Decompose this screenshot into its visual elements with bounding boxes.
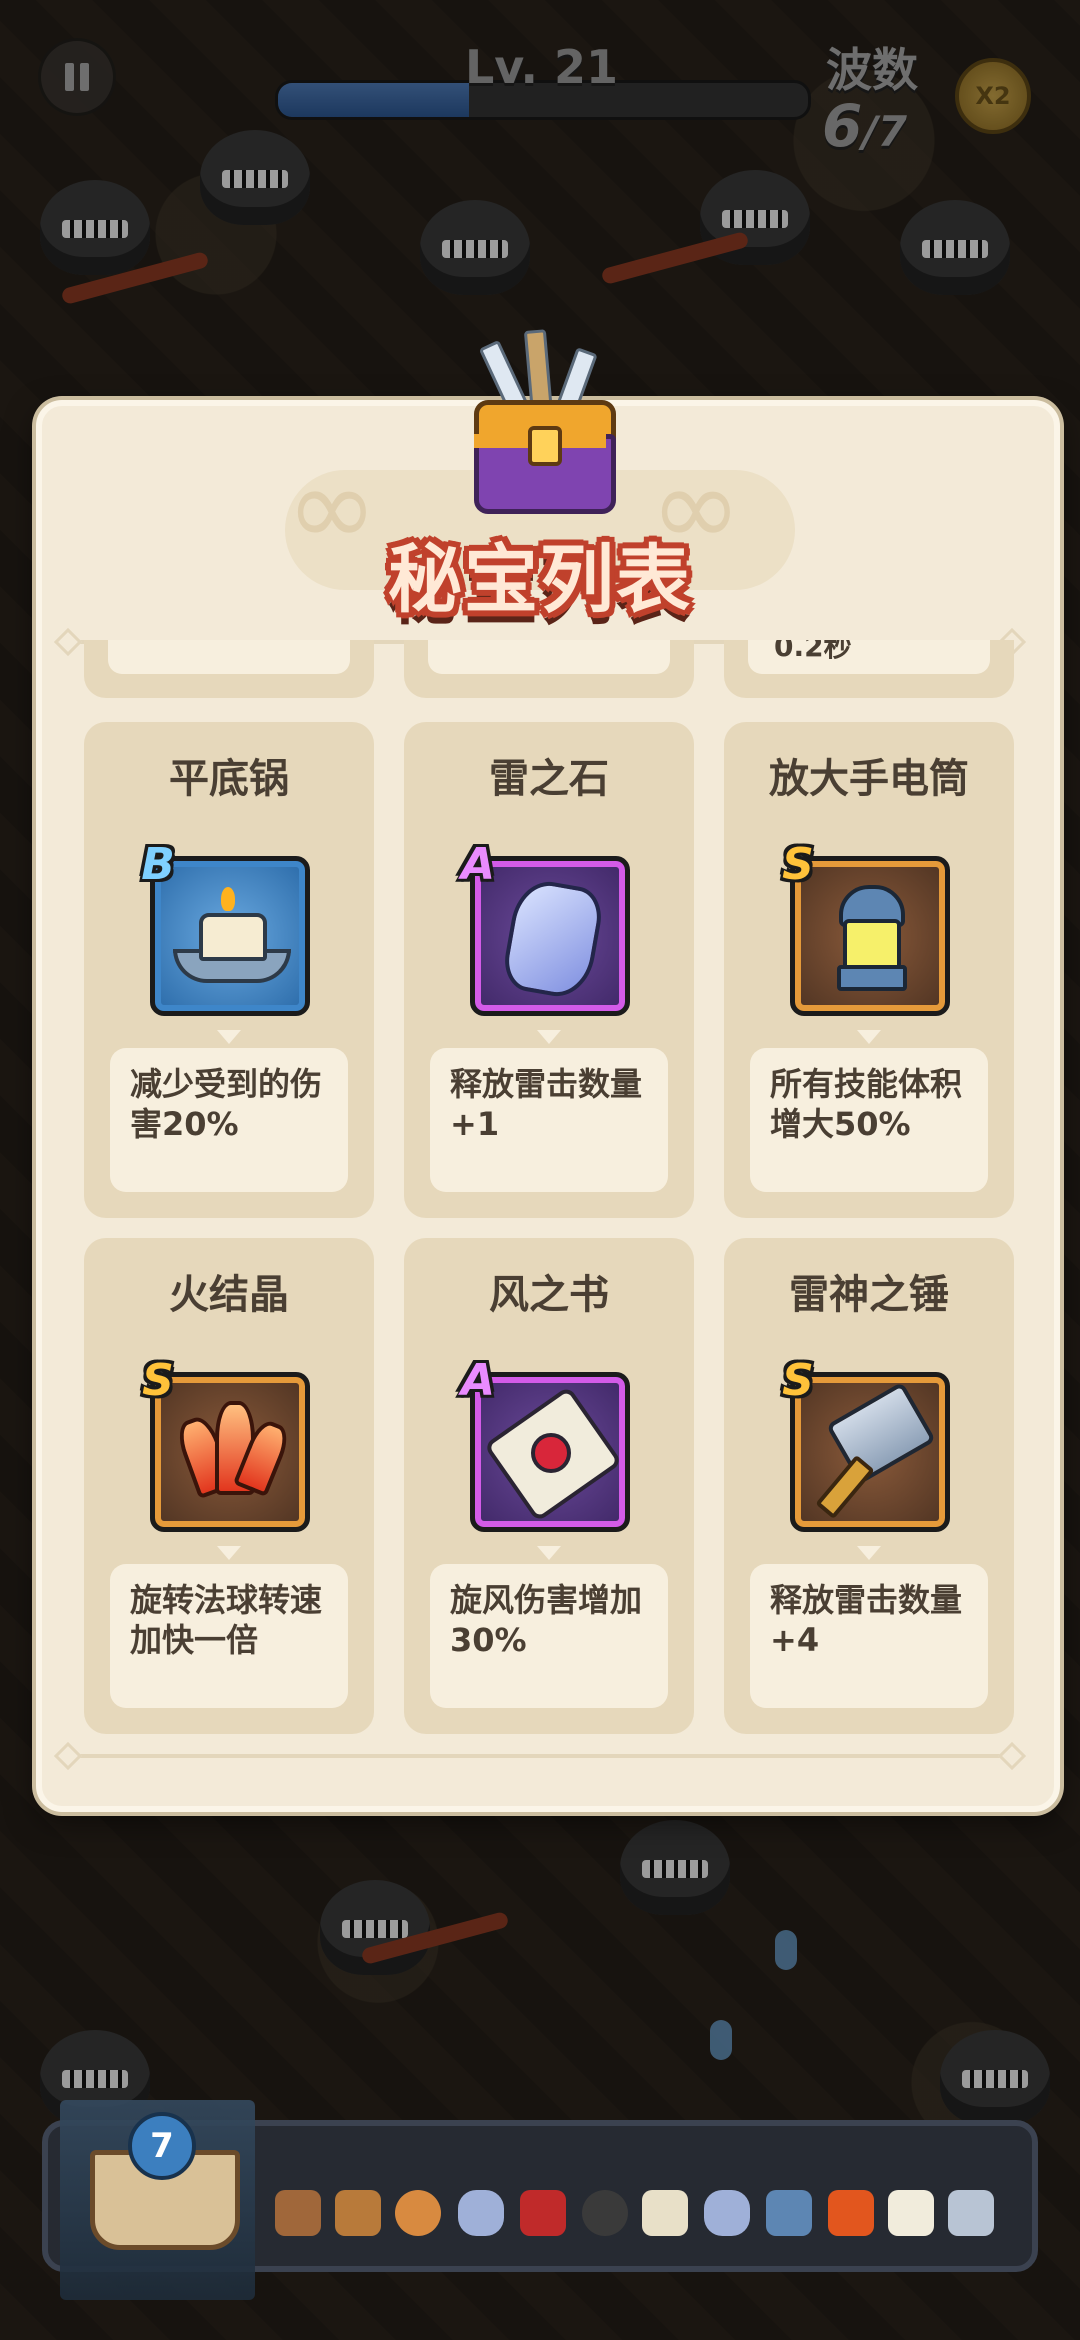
desc-line: 释放雷击数量 bbox=[450, 1065, 643, 1103]
treasure-card-partial[interactable]: 0.2秒 bbox=[724, 640, 1014, 698]
cannon-icon[interactable] bbox=[582, 2190, 628, 2236]
treasure-name: 平底锅 bbox=[169, 756, 289, 802]
pointer-icon bbox=[537, 1030, 561, 1044]
desc-line: 旋转法球转速 bbox=[130, 1581, 323, 1619]
lantern-base bbox=[837, 965, 907, 991]
treasure-description: 所有技能体积 增大50% bbox=[750, 1048, 988, 1192]
treasure-name: 雷神之锤 bbox=[789, 1272, 949, 1318]
treasure-description: 旋风伤害增加 30% bbox=[430, 1564, 668, 1708]
rank-badge: S bbox=[782, 1355, 814, 1406]
desc-line: 释放雷击数量 bbox=[770, 1581, 963, 1619]
treasure-name: 火结晶 bbox=[169, 1272, 289, 1318]
hammer-icon[interactable] bbox=[948, 2190, 994, 2236]
hammer-head bbox=[825, 1381, 937, 1485]
desc-line: 增大50% bbox=[770, 1105, 911, 1143]
pot-icon[interactable] bbox=[395, 2190, 441, 2236]
treasure-card[interactable]: 火结晶 S 旋转法球转速 加快一倍 bbox=[84, 1238, 374, 1734]
pointer-icon bbox=[857, 1030, 881, 1044]
desc-line: 30% bbox=[450, 1621, 527, 1659]
treasure-name: 风之书 bbox=[489, 1272, 609, 1318]
card-desc-partial bbox=[428, 640, 670, 674]
treasure-description: 释放雷击数量 +4 bbox=[750, 1564, 988, 1708]
rank-badge: A bbox=[460, 839, 496, 890]
rank-badge: B bbox=[141, 839, 175, 890]
flame-shape bbox=[221, 887, 235, 911]
treasure-card[interactable]: 放大手电筒 S 所有技能体积 增大50% bbox=[724, 722, 1014, 1218]
desc-line: 旋风伤害增加 bbox=[450, 1581, 643, 1619]
candle-icon[interactable] bbox=[642, 2190, 688, 2236]
lock-icon bbox=[528, 426, 562, 466]
desc-line: +4 bbox=[770, 1621, 820, 1659]
hammer-handle bbox=[815, 1454, 875, 1520]
treasure-chest-icon bbox=[468, 329, 616, 514]
desc-line: 减少受到的伤 bbox=[130, 1065, 323, 1103]
treasure-card[interactable]: 平底锅 B 减少受到的伤 害20% bbox=[84, 722, 374, 1218]
stone-icon[interactable] bbox=[704, 2190, 750, 2236]
card-desc-partial bbox=[108, 640, 350, 674]
rank-badge: A bbox=[460, 1355, 496, 1406]
desc-line: 害20% bbox=[130, 1105, 239, 1143]
treasure-description: 旋转法球转速 加快一倍 bbox=[110, 1564, 348, 1708]
treasure-name: 放大手电筒 bbox=[769, 756, 969, 802]
fire-crystal-icon[interactable] bbox=[828, 2190, 874, 2236]
card-desc-partial: 0.2秒 bbox=[748, 640, 990, 674]
rank-badge: S bbox=[142, 1355, 174, 1406]
desc-line: 所有技能体积 bbox=[770, 1065, 963, 1103]
treasure-description: 释放雷击数量 +1 bbox=[430, 1048, 668, 1192]
desc-line: 加快一倍 bbox=[130, 1621, 259, 1659]
lantern-icon[interactable] bbox=[766, 2190, 812, 2236]
seal-shape bbox=[531, 1433, 571, 1473]
panel-title: 秘宝列表 bbox=[388, 537, 692, 623]
treasure-card[interactable]: 雷神之锤 S 释放雷击数量 +4 bbox=[724, 1238, 1014, 1734]
candle-shape bbox=[199, 913, 267, 961]
pointer-icon bbox=[217, 1546, 241, 1560]
red-book-icon[interactable] bbox=[520, 2190, 566, 2236]
desc-line: +1 bbox=[450, 1105, 500, 1143]
treasure-card-partial[interactable] bbox=[84, 640, 374, 698]
pointer-icon bbox=[537, 1546, 561, 1560]
rank-badge: S bbox=[782, 839, 814, 890]
bag-icon[interactable] bbox=[275, 2190, 321, 2236]
stone-icon[interactable] bbox=[458, 2190, 504, 2236]
treasure-card[interactable]: 雷之石 A 释放雷击数量 +1 bbox=[404, 722, 694, 1218]
stone-shape bbox=[499, 876, 607, 1002]
scroll-icon[interactable] bbox=[888, 2190, 934, 2236]
treasure-description: 减少受到的伤 害20% bbox=[110, 1048, 348, 1192]
treasure-card-partial[interactable] bbox=[404, 640, 694, 698]
skill-book-count: 7 bbox=[128, 2112, 196, 2180]
pointer-icon bbox=[857, 1546, 881, 1560]
treasure-card[interactable]: 风之书 A 旋风伤害增加 30% bbox=[404, 1238, 694, 1734]
treasure-name: 雷之石 bbox=[489, 756, 609, 802]
pointer-icon bbox=[217, 1030, 241, 1044]
bottom-divider bbox=[70, 1754, 1010, 1758]
chest-icon[interactable] bbox=[335, 2190, 381, 2236]
